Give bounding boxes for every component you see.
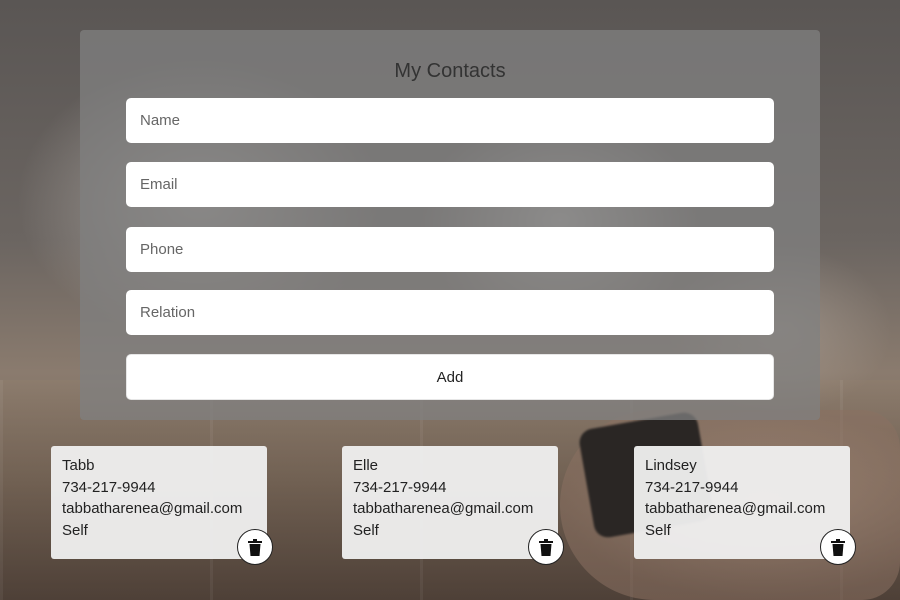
contact-phone: 734-217-9944: [62, 478, 156, 496]
delete-contact-button[interactable]: [528, 529, 564, 565]
contact-phone: 734-217-9944: [353, 478, 447, 496]
contact-email: tabbatharenea@gmail.com: [353, 500, 534, 517]
contact-card: Elle 734-217-9944 tabbatharenea@gmail.co…: [342, 446, 564, 565]
email-input[interactable]: [126, 162, 774, 207]
delete-contact-button[interactable]: [237, 529, 273, 565]
relation-input[interactable]: [126, 290, 774, 335]
page-title: My Contacts: [394, 60, 506, 82]
contact-relation: Self: [62, 521, 88, 539]
trash-icon: [539, 538, 553, 556]
contact-email: tabbatharenea@gmail.com: [62, 500, 243, 517]
trash-icon: [248, 538, 262, 556]
contact-relation: Self: [645, 521, 671, 539]
contact-name: Lindsey: [645, 457, 697, 474]
contact-card: Lindsey 734-217-9944 tabbatharenea@gmail…: [634, 446, 856, 565]
delete-contact-button[interactable]: [820, 529, 856, 565]
name-input[interactable]: [126, 98, 774, 143]
phone-input[interactable]: [126, 227, 774, 272]
contact-email: tabbatharenea@gmail.com: [645, 500, 826, 517]
trash-icon: [831, 538, 845, 556]
contact-phone: 734-217-9944: [645, 478, 739, 496]
contact-name: Tabb: [62, 457, 95, 474]
contact-name: Elle: [353, 457, 379, 474]
add-button[interactable]: Add: [126, 354, 774, 400]
contact-relation: Self: [353, 521, 379, 539]
contact-card: Tabb 734-217-9944 tabbatharenea@gmail.co…: [51, 446, 273, 565]
